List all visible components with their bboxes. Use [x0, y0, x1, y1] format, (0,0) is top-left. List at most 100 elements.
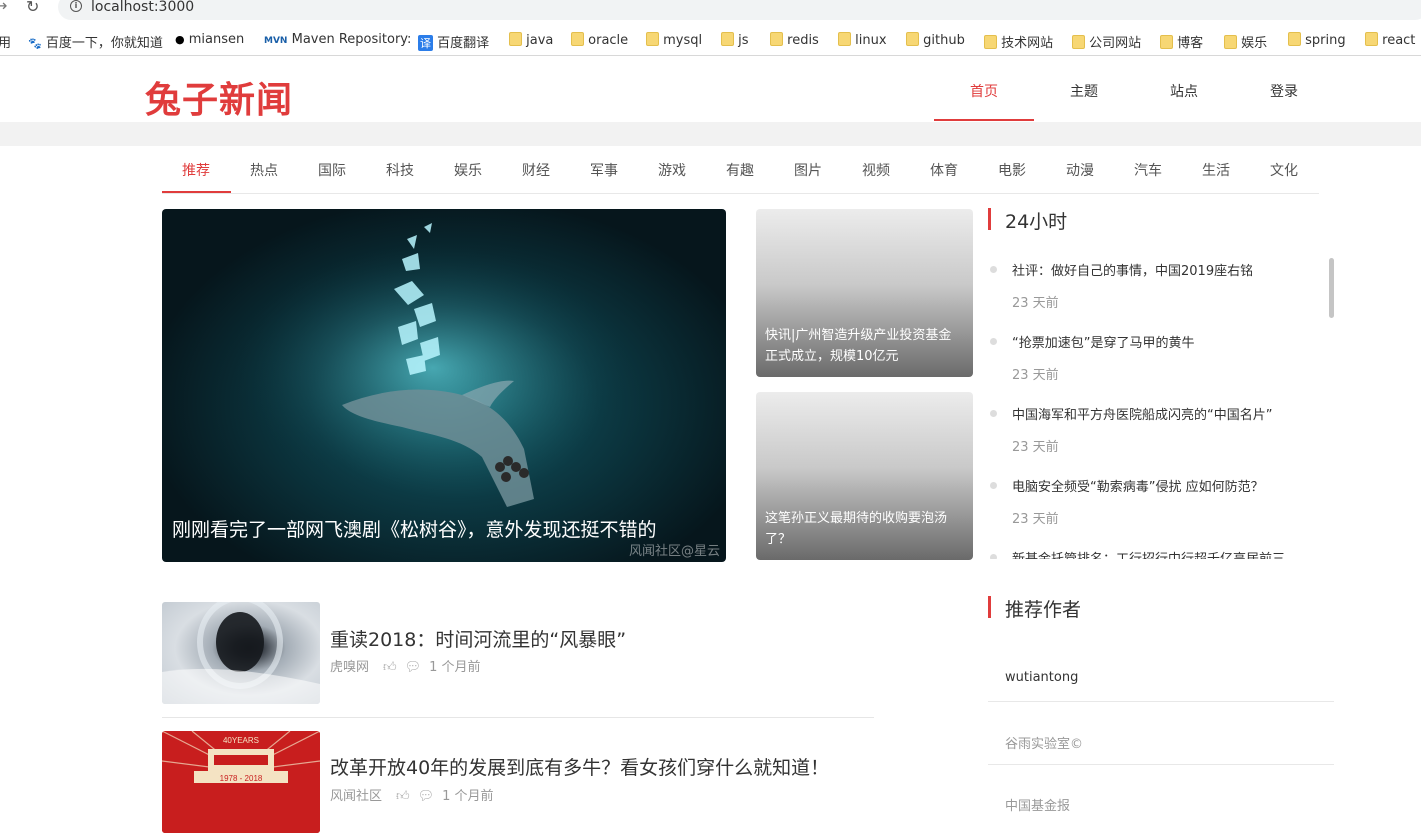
article-source[interactable]: 虎嗅网 — [330, 660, 369, 675]
reload-icon[interactable]: ↻ — [26, 0, 39, 16]
bookmark-folder-oracle[interactable]: oracle — [571, 32, 628, 48]
list-item-title[interactable]: 社评：做好自己的事情，中国2019座右铭 — [1012, 260, 1253, 279]
article-title[interactable]: 改革开放40年的发展到底有多牛？看女孩们穿什么就知道！ — [330, 753, 829, 780]
bookmark-folder-linux[interactable]: linux — [838, 32, 887, 48]
baidu-paw-icon: 🐾 — [28, 37, 42, 50]
folder-icon — [1072, 35, 1085, 49]
folder-icon — [838, 32, 851, 46]
hero-title[interactable]: 刚刚看完了一部网飞澳剧《松树谷》，意外发现还挺不错的 — [172, 515, 657, 542]
bookmark-folder-blog[interactable]: 博客 — [1160, 32, 1203, 51]
category-tab[interactable]: 军事 — [570, 160, 638, 180]
bookmark-folder-entertainment[interactable]: 娱乐 — [1224, 32, 1267, 51]
category-tab[interactable]: 文化 — [1250, 160, 1318, 180]
comment-icon[interactable]: 💬︎ — [418, 789, 435, 804]
bookmark-miansen[interactable]: ● miansen — [175, 32, 244, 47]
bookmark-baidu-translate[interactable]: 译 百度翻译 — [418, 32, 489, 51]
bookmark-label: 用 — [0, 36, 12, 51]
list-item-title[interactable]: 新基金托管排名：工行招行中行超千亿高居前三 — [1012, 548, 1285, 559]
author-item[interactable]: wutiantong — [988, 670, 1334, 702]
category-tab[interactable]: 图片 — [774, 160, 842, 180]
side-feature-card[interactable]: 快讯|广州智造升级产业投资基金正式成立，规模10亿元 — [756, 209, 973, 377]
url-field[interactable] — [58, 0, 1421, 20]
article-thumbnail[interactable] — [162, 602, 320, 704]
bookmark-folder-react[interactable]: react — [1365, 32, 1415, 48]
top-nav-home[interactable]: 首页 — [934, 81, 1034, 101]
side-card-title[interactable]: 快讯|广州智造升级产业投资基金正式成立，规模10亿元 — [765, 325, 963, 367]
category-tab[interactable]: 娱乐 — [434, 160, 502, 180]
author-item[interactable]: 谷雨实验室© — [988, 733, 1334, 765]
category-tab[interactable]: 有趣 — [706, 160, 774, 180]
article-item[interactable]: 重读2018：时间河流里的“风暴眼” 虎嗅网 👍︎ 💬︎ 1 个月前 — [162, 602, 874, 718]
info-icon[interactable]: i — [70, 0, 82, 12]
top-nav-login[interactable]: 登录 — [1234, 81, 1334, 101]
bookmark-folder-mysql[interactable]: mysql — [646, 32, 702, 48]
bookmark-folder-java[interactable]: java — [509, 32, 553, 48]
article-item[interactable]: 40YEARS 1978 - 2018 改革开放40年的发展到底有多牛？看女孩们… — [162, 731, 874, 833]
author-item[interactable]: 中国基金报 — [988, 795, 1334, 814]
article-thumbnail[interactable]: 40YEARS 1978 - 2018 — [162, 731, 320, 833]
comment-icon[interactable]: 💬︎ — [405, 660, 422, 675]
thumbs-up-icon[interactable]: 👍︎ — [383, 660, 397, 675]
storm-eye-image — [162, 602, 320, 704]
bookmark-folder-spring[interactable]: spring — [1288, 32, 1346, 48]
article-source[interactable]: 风闻社区 — [330, 789, 382, 804]
article-title[interactable]: 重读2018：时间河流里的“风暴眼” — [330, 625, 626, 652]
hours24-heading: 24小时 — [988, 208, 1288, 233]
bookmark-folder-js[interactable]: js — [721, 32, 749, 48]
hero-feature[interactable]: 刚刚看完了一部网飞澳剧《松树谷》，意外发现还挺不错的 风闻社区@星云 — [162, 209, 726, 562]
bookmark-folder-company-sites[interactable]: 公司网站 — [1072, 32, 1141, 51]
side-card-title[interactable]: 这笔孙正义最期待的收购要泡汤了？ — [765, 508, 963, 550]
url-text[interactable]: localhost:3000 — [91, 0, 194, 15]
author-name[interactable]: wutiantong — [1005, 670, 1078, 685]
list-item[interactable]: 电脑安全频受“勒索病毒”侵扰 应如何防范？ 23 天前 — [988, 466, 1318, 538]
folder-icon — [509, 32, 522, 46]
category-tab[interactable]: 科技 — [366, 160, 434, 180]
section-title: 推荐作者 — [1005, 599, 1082, 621]
list-item[interactable]: 中国海军和平方舟医院船成闪亮的“中国名片” 23 天前 — [988, 394, 1318, 466]
list-item[interactable]: 新基金托管排名：工行招行中行超千亿高居前三 — [988, 538, 1318, 559]
bookmark-label: mysql — [663, 33, 703, 48]
category-tab[interactable]: 财经 — [502, 160, 570, 180]
bookmark-folder-tech-sites[interactable]: 技术网站 — [984, 32, 1053, 51]
category-tab[interactable]: 汽车 — [1114, 160, 1182, 180]
site-logo[interactable]: 兔子新闻 — [145, 71, 293, 123]
hero-watermark: 风闻社区@星云 — [628, 544, 720, 559]
side-feature-card[interactable]: 这笔孙正义最期待的收购要泡汤了？ — [756, 392, 973, 560]
list-item-time: 23 天前 — [1012, 512, 1059, 527]
divider — [162, 717, 874, 718]
thumbs-up-icon[interactable]: 👍︎ — [396, 789, 410, 804]
list-item-title[interactable]: 电脑安全频受“勒索病毒”侵扰 应如何防范？ — [1012, 476, 1264, 495]
list-item-title[interactable]: 中国海军和平方舟医院船成闪亮的“中国名片” — [1012, 404, 1272, 423]
category-tab[interactable]: 生活 — [1182, 160, 1250, 180]
bookmark-label: java — [526, 33, 554, 48]
hours24-list[interactable]: 社评：做好自己的事情，中国2019座右铭 23 天前 “抢票加速包”是穿了马甲的… — [988, 250, 1333, 559]
category-tab[interactable]: 热点 — [230, 160, 298, 180]
top-nav-topics[interactable]: 主题 — [1034, 81, 1134, 101]
category-tab[interactable]: 动漫 — [1046, 160, 1114, 180]
category-tab[interactable]: 国际 — [298, 160, 366, 180]
category-tab[interactable]: 游戏 — [638, 160, 706, 180]
bullet-dot — [990, 266, 997, 273]
bookmark-label: 百度翻译 — [437, 36, 490, 51]
bookmark-baidu[interactable]: 🐾 百度一下，你就知道 — [28, 32, 163, 51]
40years-poster-image: 40YEARS 1978 - 2018 — [162, 731, 320, 833]
top-nav-sites[interactable]: 站点 — [1134, 81, 1234, 101]
category-tab[interactable]: 电影 — [978, 160, 1046, 180]
folder-icon — [1288, 32, 1301, 46]
forward-arrow-icon[interactable]: → — [0, 0, 7, 15]
category-tab[interactable]: 视频 — [842, 160, 910, 180]
list-item[interactable]: “抢票加速包”是穿了马甲的黄牛 23 天前 — [988, 322, 1318, 394]
list-item-title[interactable]: “抢票加速包”是穿了马甲的黄牛 — [1012, 332, 1194, 351]
list-item-time: 23 天前 — [1012, 440, 1059, 455]
category-tab[interactable]: 推荐 — [162, 160, 230, 180]
bookmark-apps[interactable]: 用 — [0, 32, 11, 51]
article-time: 1 个月前 — [429, 660, 481, 675]
mvn-icon: MVN — [264, 36, 288, 46]
bookmark-folder-redis[interactable]: redis — [770, 32, 819, 48]
scrollbar-thumb[interactable] — [1329, 258, 1334, 318]
bookmark-maven[interactable]: MVN Maven Repository: — [264, 32, 411, 47]
author-name[interactable]: 谷雨实验室© — [1005, 733, 1083, 752]
list-item[interactable]: 社评：做好自己的事情，中国2019座右铭 23 天前 — [988, 250, 1318, 322]
bookmark-folder-github[interactable]: github — [906, 32, 965, 48]
category-tab[interactable]: 体育 — [910, 160, 978, 180]
